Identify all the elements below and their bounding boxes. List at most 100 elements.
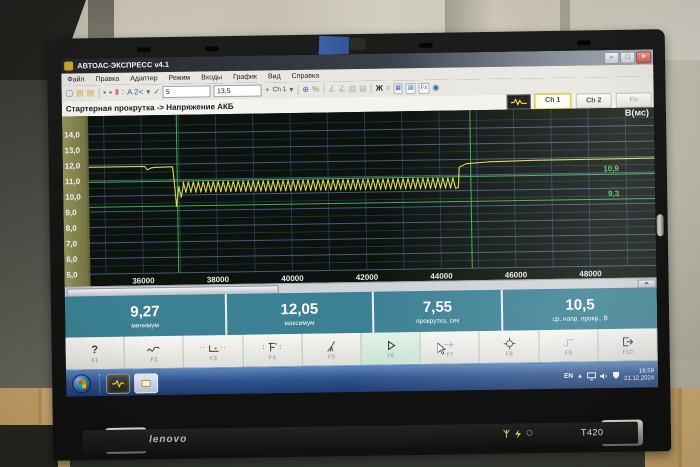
bezel-bumper [205, 46, 219, 51]
hidden-icons-caret[interactable]: ▲ [577, 373, 583, 379]
menu-item-7[interactable]: Справка [292, 72, 320, 79]
system-tray: EN ▲ 16:59 21.12.2024 [564, 368, 658, 383]
power-led-icon [503, 430, 510, 439]
volume-icon[interactable] [600, 372, 608, 380]
grid-line-horizontal [88, 118, 654, 127]
grid-line-horizontal [90, 258, 656, 267]
x-tick-label: 44000 [430, 272, 453, 281]
fx-icon[interactable]: Fx [419, 82, 430, 93]
target-icon[interactable]: ⊕ [302, 85, 309, 95]
grid-line-horizontal [90, 226, 656, 235]
layers2-icon[interactable]: ▤ [359, 84, 367, 94]
x-tick-label: 36000 [132, 276, 155, 285]
menu-item-2[interactable]: Адаптер [130, 75, 157, 82]
taskbar-app-avtoas[interactable] [106, 373, 130, 393]
language-indicator[interactable]: EN [564, 373, 573, 380]
menu-item-6[interactable]: Вид [268, 73, 281, 80]
stat-minimum-label: минимум [131, 322, 159, 329]
add-icon[interactable]: + [265, 85, 270, 95]
level-input[interactable] [214, 85, 262, 98]
fkey-vertical-ruler[interactable]: ∶ ∶ F4 [243, 334, 303, 367]
grid-line-horizontal [90, 234, 656, 243]
zoom-mode-icon[interactable]: A 2< [127, 87, 143, 97]
oscillogram-chart[interactable]: В(мс) 3600038000400004200044000460004800… [62, 107, 657, 286]
pencil2-icon[interactable]: ∠ [338, 84, 345, 94]
info-icon[interactable]: ◉ [432, 83, 439, 93]
pencil-icon[interactable]: ∠ [328, 84, 335, 94]
menu-item-1[interactable]: Правка [96, 75, 120, 82]
cursor-line-vertical[interactable] [470, 110, 472, 268]
start-button[interactable] [72, 374, 91, 393]
channel2-button[interactable]: Ch 2 [576, 93, 612, 109]
save-as-icon[interactable]: ▪ [109, 88, 112, 98]
grid-line-horizontal [88, 133, 654, 142]
bezel-bumper [419, 43, 433, 48]
grid-line-vertical [215, 114, 217, 272]
grid-line-vertical [439, 111, 441, 269]
close-button[interactable]: × [636, 51, 651, 63]
new-file-icon[interactable]: ▢ [66, 88, 74, 98]
grid-line-horizontal [88, 141, 654, 150]
fkey-waveform[interactable]: F2 [125, 336, 185, 369]
grid-line-vertical [364, 112, 366, 270]
grid-line-horizontal [89, 156, 655, 165]
sweep-input[interactable] [163, 85, 211, 98]
grid-line-horizontal [89, 164, 655, 173]
maximize-button[interactable]: □ [620, 51, 635, 63]
fkey-exit[interactable]: F10 [598, 328, 658, 361]
x-tick-label: 48000 [579, 269, 602, 278]
help-icon: ? [91, 344, 98, 356]
fkey-start[interactable]: F6 [361, 332, 421, 365]
grid-line-horizontal [90, 250, 656, 259]
stat-maximum-label: максимум [284, 319, 314, 326]
waveform-icon [147, 341, 161, 356]
fkey-cursor[interactable]: F8 [480, 330, 540, 363]
crosshair-icon [503, 336, 515, 351]
open-recent-icon[interactable]: ▤ [87, 88, 95, 98]
table-view-icon[interactable]: ▤ [406, 83, 416, 94]
grid-line-vertical [402, 111, 404, 269]
marker-icon[interactable]: ∶ [122, 88, 124, 98]
fkey-clear[interactable]: F5 [302, 333, 362, 366]
chart-canvas[interactable]: 3600038000400004200044000460004800014,01… [62, 107, 657, 286]
minimize-button[interactable]: – [604, 51, 619, 63]
network-icon[interactable] [587, 372, 596, 380]
grid-line-vertical [513, 110, 515, 268]
fkey-help[interactable]: ? F1 [65, 337, 125, 370]
grid-settings-icon[interactable]: ▦ [393, 83, 403, 94]
menu-item-3[interactable]: Режим [169, 74, 191, 81]
bezel-bumper [137, 47, 151, 52]
delete-icon[interactable]: Ж [376, 84, 383, 94]
y-tick-label: 11,0 [65, 177, 81, 186]
save-icon[interactable]: ▪ [103, 88, 106, 98]
channel1-button[interactable]: Ch 1 [534, 93, 572, 111]
fkey-sync[interactable]: F9 [539, 329, 599, 362]
fkey-continue[interactable]: F7 [421, 331, 481, 364]
check-icon[interactable]: ✓ [153, 87, 160, 97]
grid-line-vertical [253, 114, 255, 272]
folder-icon [141, 378, 151, 388]
grid-line-vertical [588, 108, 590, 266]
dropdown-caret-icon[interactable]: ▾ [146, 87, 150, 97]
x-tick-label: 42000 [356, 273, 379, 282]
menu-item-0[interactable]: Файл [67, 76, 84, 83]
model-label: T420 [581, 427, 604, 437]
bottom-bezel: lenovo T420 [83, 422, 638, 453]
fkey-horizontal-ruler[interactable]: ·· ·· F3 [184, 335, 244, 368]
dropdown-caret-icon[interactable]: ▾ [289, 85, 293, 95]
y-tick-label: 10,0 [65, 193, 81, 202]
grid-line-vertical [104, 116, 106, 274]
open-file-icon[interactable]: ▤ [76, 88, 84, 98]
channel-select[interactable]: Ch 1 [273, 85, 287, 95]
taskbar-clock[interactable]: 16:59 21.12.2024 [624, 368, 654, 382]
percent-icon[interactable]: % [312, 85, 319, 95]
action-center-icon[interactable] [612, 371, 620, 380]
sleep-led-icon [526, 429, 533, 436]
menu-item-4[interactable]: Входы [201, 74, 222, 81]
fn-button[interactable]: Fn [616, 92, 652, 108]
menu-item-5[interactable]: График [233, 73, 257, 80]
layers-icon[interactable]: ▥ [348, 84, 356, 94]
taskbar-app-explorer[interactable] [134, 373, 158, 393]
pause-icon[interactable]: ‖ [115, 88, 119, 98]
compare-icon[interactable]: ≠ [386, 83, 391, 93]
